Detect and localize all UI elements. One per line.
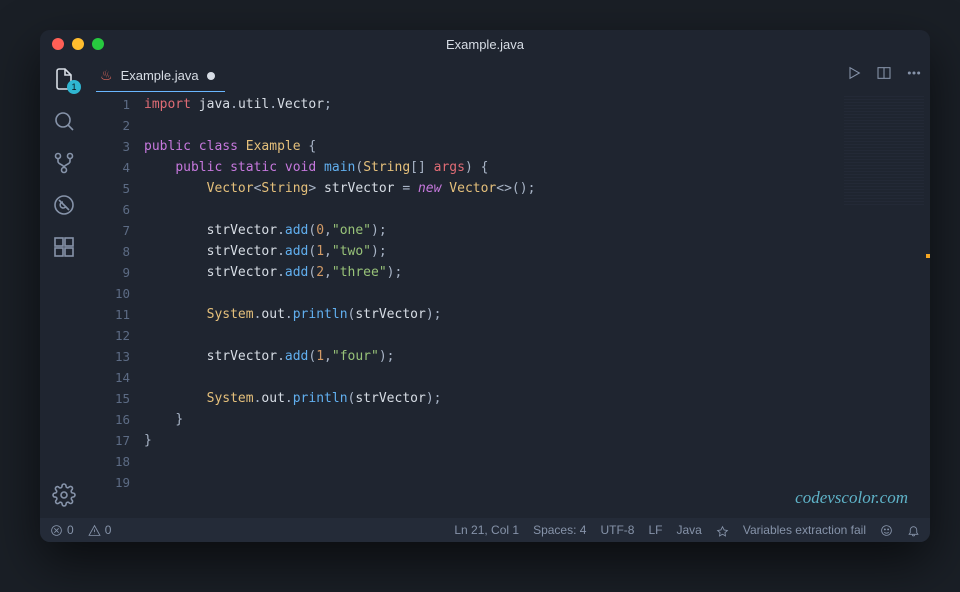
more-actions-icon[interactable] (906, 65, 922, 85)
line-number-gutter: 12345678910111213141516171819 (88, 92, 144, 518)
code-content[interactable]: import java.util.Vector; public class Ex… (144, 92, 930, 518)
status-eol[interactable]: LF (648, 523, 662, 537)
window-title: Example.java (446, 37, 524, 52)
settings-gear-icon[interactable] (51, 482, 77, 508)
minimap[interactable] (844, 96, 924, 206)
status-indentation[interactable]: Spaces: 4 (533, 523, 586, 537)
status-language[interactable]: Java (676, 523, 701, 537)
maximize-window-button[interactable] (92, 38, 104, 50)
java-file-icon: ♨ (100, 67, 113, 84)
watermark: codevscolor.com (795, 488, 908, 508)
code-editor[interactable]: 12345678910111213141516171819 import jav… (88, 92, 930, 518)
tab-filename: Example.java (121, 68, 199, 83)
tab-example-java[interactable]: ♨ Example.java (96, 58, 225, 92)
status-smiley-icon[interactable] (880, 524, 893, 537)
status-message[interactable]: Variables extraction fail (743, 523, 866, 537)
source-control-icon[interactable] (51, 150, 77, 176)
close-window-button[interactable] (52, 38, 64, 50)
explorer-badge: 1 (67, 80, 81, 94)
tab-bar: ♨ Example.java (88, 58, 930, 92)
status-bell-icon[interactable] (907, 524, 920, 537)
explorer-icon[interactable]: 1 (51, 66, 77, 92)
activity-bar: 1 (40, 58, 88, 518)
title-bar: Example.java (40, 30, 930, 58)
run-icon[interactable] (846, 65, 862, 85)
split-editor-icon[interactable] (876, 65, 892, 85)
minimize-window-button[interactable] (72, 38, 84, 50)
extensions-icon[interactable] (51, 234, 77, 260)
status-errors[interactable]: 0 (50, 523, 74, 537)
status-cursor-position[interactable]: Ln 21, Col 1 (454, 523, 519, 537)
status-bar: 0 0 Ln 21, Col 1 Spaces: 4 UTF-8 LF Java… (40, 518, 930, 542)
status-encoding[interactable]: UTF-8 (600, 523, 634, 537)
status-feedback-icon[interactable] (716, 524, 729, 537)
debug-icon[interactable] (51, 192, 77, 218)
status-warnings[interactable]: 0 (88, 523, 112, 537)
search-icon[interactable] (51, 108, 77, 134)
scrollbar-marker (926, 254, 930, 258)
unsaved-indicator-icon (207, 72, 215, 80)
